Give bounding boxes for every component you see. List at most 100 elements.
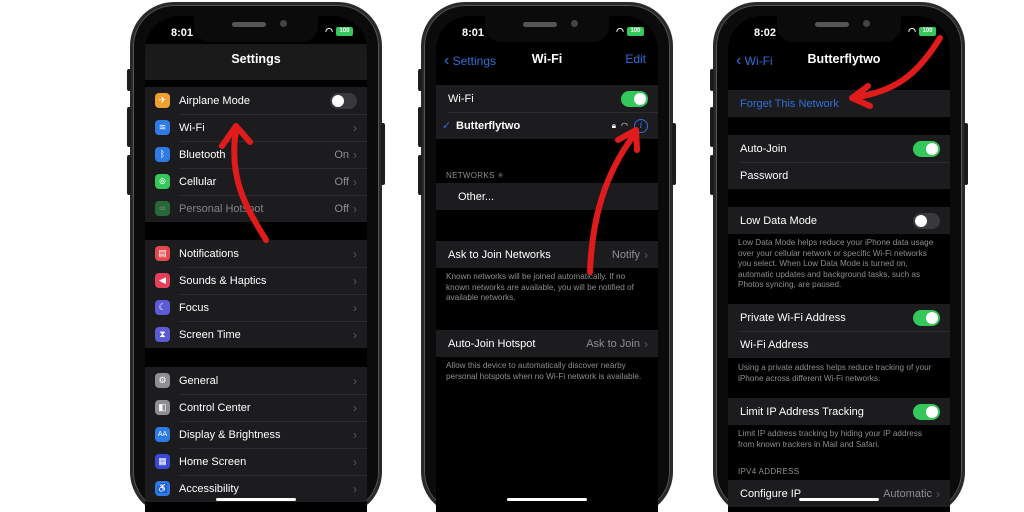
configure-ip-row[interactable]: Configure IP Automatic › — [728, 480, 950, 507]
ask-join-label: Ask to Join Networks — [448, 248, 551, 261]
notch — [194, 16, 318, 42]
configure-ip-value: Automatic — [883, 487, 932, 500]
other-label: Other... — [458, 190, 495, 203]
wifi-icon: ≋ — [155, 120, 170, 135]
battery-icon: 100 — [627, 27, 644, 36]
chevron-right-icon: › — [353, 300, 357, 315]
chevron-right-icon: › — [644, 336, 648, 351]
chevron-right-icon: › — [353, 454, 357, 469]
chevron-right-icon: › — [936, 486, 940, 501]
home-screen-icon: ▦ — [155, 454, 170, 469]
settings-item-screen-time[interactable]: ⧗ Screen Time › — [145, 321, 367, 348]
nav-bar: Settings — [145, 44, 367, 80]
volume-down-button — [127, 155, 131, 195]
forget-group: Forget This Network — [728, 90, 950, 117]
silent-switch — [127, 69, 131, 91]
settings-item-focus[interactable]: ☾ Focus › — [145, 294, 367, 321]
wifi-strength-icon: ◠ — [621, 121, 628, 130]
nav-bar: ‹ Wi-Fi Butterflytwo — [728, 44, 950, 76]
settings-group-general: ⚙ General › ◧ Control Center › AA Display & Bri… — [145, 367, 367, 502]
wifi-toggle-row: Wi-Fi — [436, 85, 658, 112]
cellular-icon: ⊚ — [155, 174, 170, 189]
wifi-signal-icon: ◠ — [616, 26, 624, 36]
low-data-toggle[interactable] — [913, 212, 940, 229]
loading-spinner-icon: ✳ — [497, 171, 505, 180]
settings-item-notifications[interactable]: ▤ Notifications › — [145, 240, 367, 267]
lock-icon: 🔒︎ — [611, 120, 617, 130]
auto-join-row: Auto-Join — [728, 135, 950, 162]
settings-item-label: Display & Brightness — [179, 428, 281, 441]
settings-item-airplane-mode[interactable]: ✈ Airplane Mode — [145, 87, 367, 114]
chevron-right-icon: › — [644, 247, 648, 262]
password-row[interactable]: Password — [728, 162, 950, 189]
forget-network-button[interactable]: Forget This Network — [728, 90, 950, 117]
other-network-row[interactable]: Other... — [436, 183, 658, 210]
home-indicator[interactable] — [799, 498, 879, 501]
other-networks-group: Other... — [436, 183, 658, 210]
notifications-icon: ▤ — [155, 246, 170, 261]
control-center-icon: ◧ — [155, 400, 170, 415]
screen-time-icon: ⧗ — [155, 327, 170, 342]
chevron-right-icon: › — [353, 373, 357, 388]
private-address-toggle[interactable] — [913, 309, 940, 326]
auto-hotspot-row[interactable]: Auto-Join Hotspot Ask to Join › — [436, 330, 658, 357]
wifi-signal-icon: ◠ — [908, 26, 916, 36]
settings-item-personal-hotspot[interactable]: ∞ Personal Hotspot Off › — [145, 195, 367, 222]
low-data-row: Low Data Mode — [728, 207, 950, 234]
chevron-right-icon: › — [353, 246, 357, 261]
sounds-icon: ◀ — [155, 273, 170, 288]
settings-item-label: Cellular — [179, 175, 217, 188]
limit-ip-toggle[interactable] — [913, 403, 940, 420]
power-button — [381, 123, 385, 185]
settings-item-control-center[interactable]: ◧ Control Center › — [145, 394, 367, 421]
display-icon: AA — [155, 427, 170, 442]
info-icon[interactable]: i — [634, 118, 648, 133]
settings-item-cellular[interactable]: ⊚ Cellular Off › — [145, 168, 367, 195]
battery-icon: 100 — [336, 27, 353, 36]
wifi-label: Wi-Fi — [448, 92, 474, 105]
private-address-row: Private Wi-Fi Address — [728, 304, 950, 331]
limit-ip-label: Limit IP Address Tracking — [740, 405, 864, 418]
page-title: Settings — [231, 52, 281, 66]
settings-item-label: Control Center — [179, 401, 251, 414]
settings-item-general[interactable]: ⚙ General › — [145, 367, 367, 394]
forget-label: Forget This Network — [740, 97, 839, 110]
ask-join-group: Ask to Join Networks Notify › — [436, 241, 658, 268]
home-indicator[interactable] — [216, 498, 296, 501]
chevron-right-icon: › — [353, 427, 357, 442]
general-icon: ⚙ — [155, 373, 170, 388]
focus-icon: ☾ — [155, 300, 170, 315]
screen: 8:01 ◠ 100 Settings ✈ Airplane Mode ≋ Wi-Fi… — [145, 16, 367, 512]
wifi-toggle[interactable] — [621, 90, 648, 107]
auto-join-toggle[interactable] — [913, 140, 940, 157]
settings-item-label: Airplane Mode — [179, 94, 250, 107]
auto-hotspot-group: Auto-Join Hotspot Ask to Join › — [436, 330, 658, 357]
phone-network-detail: 8:02 ◠ 100 ‹ Wi-Fi Butterflytwo Forget T… — [710, 2, 968, 512]
settings-item-sounds-haptics[interactable]: ◀ Sounds & Haptics › — [145, 267, 367, 294]
ask-join-row[interactable]: Ask to Join Networks Notify › — [436, 241, 658, 268]
settings-item-label: Wi-Fi — [179, 121, 205, 134]
wifi-address-row: Wi-Fi Address — [728, 331, 950, 358]
status-time: 8:01 — [462, 27, 485, 39]
settings-item-display-brightness[interactable]: AA Display & Brightness › — [145, 421, 367, 448]
settings-item-label: Focus — [179, 301, 209, 314]
auto-hotspot-value: Ask to Join — [586, 337, 640, 350]
chevron-right-icon: › — [353, 120, 357, 135]
connected-network-row[interactable]: ✓ Butterflytwo 🔒︎ ◠ i — [436, 112, 658, 139]
settings-item-wi-fi[interactable]: ≋ Wi-Fi › — [145, 114, 367, 141]
wifi-group: Wi-Fi ✓ Butterflytwo 🔒︎ ◠ i — [436, 85, 658, 139]
settings-item-home-screen[interactable]: ▦ Home Screen › — [145, 448, 367, 475]
settings-group-notifications: ▤ Notifications › ◀ Sounds & Haptics › ☾ Focus ›… — [145, 240, 367, 348]
accessibility-icon: ♿ — [155, 481, 170, 496]
edit-button[interactable]: Edit — [625, 52, 646, 66]
ask-join-value: Notify — [611, 248, 640, 261]
low-data-group: Low Data Mode — [728, 207, 950, 234]
home-indicator[interactable] — [507, 498, 587, 501]
airplane-mode-toggle[interactable] — [330, 92, 357, 109]
settings-item-value: Off — [334, 202, 349, 215]
checkmark-icon: ✓ — [442, 120, 452, 132]
wifi-signal-icon: ◠ — [325, 26, 333, 36]
settings-item-bluetooth[interactable]: ᛒ Bluetooth On › — [145, 141, 367, 168]
screen: 8:01 ◠ 100 ‹ Settings Wi-Fi Edit Wi-Fi ✓… — [436, 16, 658, 512]
bluetooth-icon: ᛒ — [155, 147, 170, 162]
